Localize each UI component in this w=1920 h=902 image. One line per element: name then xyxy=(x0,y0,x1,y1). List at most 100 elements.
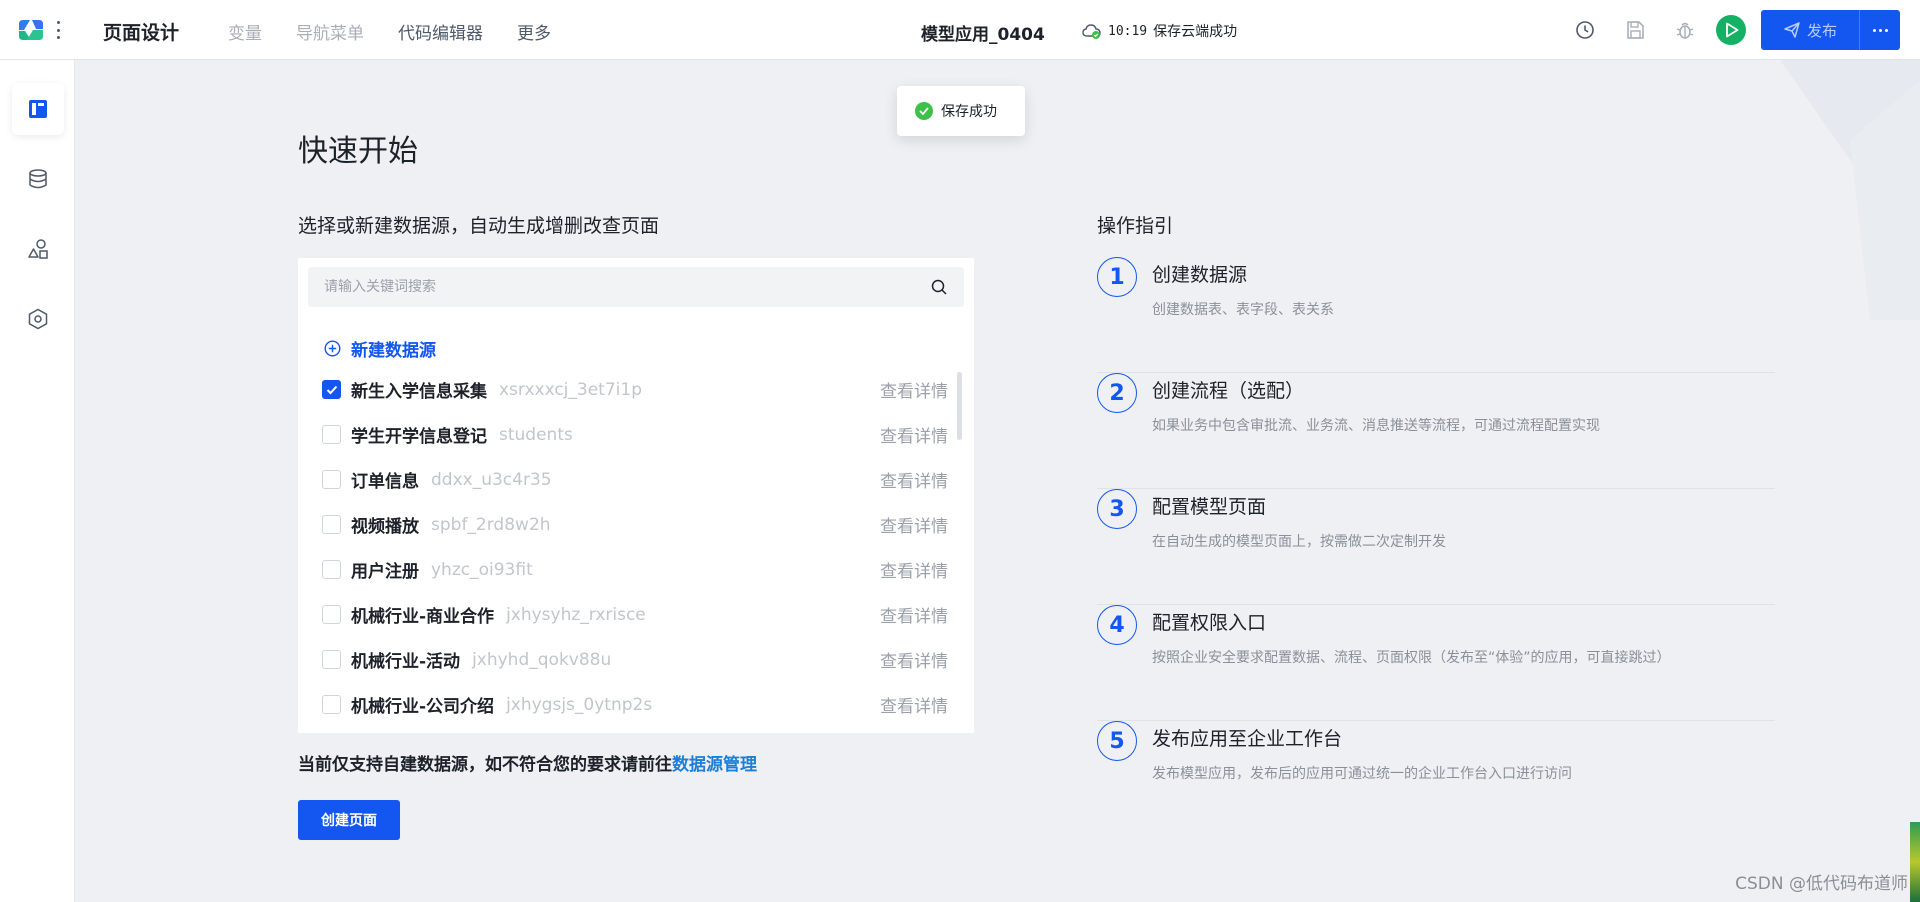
publish-more-icon[interactable] xyxy=(1860,10,1900,50)
app-name: 模型应用_0404 xyxy=(921,25,1045,45)
main-content: 保存成功 快速开始 选择或新建数据源，自动生成增删改查页面 新建数据源 新生入学 xyxy=(75,60,1920,902)
database-icon xyxy=(29,169,47,189)
datasource-list: 新生入学信息采集 xsrxxxcj_3et7i1p 查看详情 学生开学信息登记 … xyxy=(298,367,974,727)
datasource-notice: 当前仅支持自建数据源，如不符合您的要求请前往数据源管理 xyxy=(298,750,757,775)
guide-step: 3 配置模型页面 在自动生成的模型页面上，按需做二次定制开发 xyxy=(1097,489,1775,605)
step-description: 在自动生成的模型页面上，按需做二次定制开发 xyxy=(1152,534,1446,550)
step-number: 3 xyxy=(1097,489,1137,529)
save-time: 10:19 xyxy=(1108,23,1148,39)
view-detail-link[interactable]: 查看详情 xyxy=(880,422,948,447)
quick-start-subtitle: 选择或新建数据源，自动生成增删改查页面 xyxy=(298,215,660,237)
edge-widget xyxy=(1910,822,1920,902)
checkbox[interactable] xyxy=(322,560,341,579)
checkbox[interactable] xyxy=(322,695,341,714)
datasource-code: xsrxxxcj_3et7i1p xyxy=(499,379,642,400)
step-number: 5 xyxy=(1097,721,1137,761)
view-detail-link[interactable]: 查看详情 xyxy=(880,647,948,672)
publish-button[interactable]: 发布 xyxy=(1761,10,1860,50)
sidebar-item-page-design[interactable] xyxy=(12,83,64,135)
list-item[interactable]: 学生开学信息登记 students 查看详情 xyxy=(298,412,974,457)
app-menu-icon[interactable] xyxy=(54,18,62,42)
step-title: 创建数据源 xyxy=(1152,264,1248,286)
datasource-panel: 新建数据源 新生入学信息采集 xsrxxxcj_3et7i1p 查看详情 学生开… xyxy=(298,258,974,733)
send-icon xyxy=(1784,22,1800,38)
checkbox[interactable] xyxy=(322,650,341,669)
history-icon[interactable] xyxy=(1573,18,1597,42)
datasource-name: 机械行业-商业合作 xyxy=(351,607,495,627)
cloud-saved-icon xyxy=(1082,24,1101,39)
page-title: 页面设计 xyxy=(103,22,180,44)
view-detail-link[interactable]: 查看详情 xyxy=(880,692,948,717)
save-status: 10:19 保存云端成功 xyxy=(1082,21,1237,41)
new-datasource-button[interactable]: 新建数据源 xyxy=(324,336,436,361)
datasource-management-link[interactable]: 数据源管理 xyxy=(672,755,757,775)
list-item[interactable]: 视频播放 spbf_2rd8w2h 查看详情 xyxy=(298,502,974,547)
datasource-name: 机械行业-活动 xyxy=(351,652,461,672)
list-item[interactable]: 机械行业-公司介绍 jxhygsjs_0ytnp2s 查看详情 xyxy=(298,682,974,727)
datasource-name: 订单信息 xyxy=(351,472,419,492)
sidebar-item-components[interactable] xyxy=(12,223,64,275)
step-description: 按照企业安全要求配置数据、流程、页面权限（发布至“体验”的应用，可直接跳过） xyxy=(1152,650,1671,666)
run-button[interactable] xyxy=(1716,15,1746,45)
list-item[interactable]: 订单信息 ddxx_u3c4r35 查看详情 xyxy=(298,457,974,502)
datasource-name: 机械行业-公司介绍 xyxy=(351,697,495,717)
watermark: CSDN @低代码布道师 xyxy=(1735,874,1908,894)
menu-navigation[interactable]: 导航菜单 xyxy=(296,19,364,44)
guide-step: 2 创建流程（选配） 如果业务中包含审批流、业务流、消息推送等流程，可通过流程配… xyxy=(1097,373,1775,489)
list-item[interactable]: 用户注册 yhzc_oi93fit 查看详情 xyxy=(298,547,974,592)
datasource-code: ddxx_u3c4r35 xyxy=(431,469,552,490)
step-title: 配置权限入口 xyxy=(1152,612,1267,634)
guide-step: 5 发布应用至企业工作台 发布模型应用，发布后的应用可通过统一的企业工作台入口进… xyxy=(1097,721,1775,837)
list-scrollbar[interactable] xyxy=(957,372,962,440)
checkbox[interactable] xyxy=(322,515,341,534)
sidebar-item-data[interactable] xyxy=(12,153,64,205)
debug-icon[interactable] xyxy=(1673,18,1697,42)
toast-message: 保存成功 xyxy=(897,86,1025,136)
list-item[interactable]: 新生入学信息采集 xsrxxxcj_3et7i1p 查看详情 xyxy=(298,367,974,412)
create-page-button[interactable]: 创建页面 xyxy=(298,800,400,840)
step-number: 1 xyxy=(1097,257,1137,297)
view-detail-link[interactable]: 查看详情 xyxy=(880,557,948,582)
save-text: 保存云端成功 xyxy=(1153,24,1238,40)
view-detail-link[interactable]: 查看详情 xyxy=(880,467,948,492)
step-description: 创建数据表、表字段、表关系 xyxy=(1152,302,1334,318)
search-icon[interactable] xyxy=(930,278,948,296)
datasource-code: jxhysyhz_rxrisce xyxy=(506,604,646,625)
view-detail-link[interactable]: 查看详情 xyxy=(880,512,948,537)
datasource-name: 学生开学信息登记 xyxy=(351,427,487,447)
step-title: 创建流程（选配） xyxy=(1152,380,1305,402)
datasource-code: spbf_2rd8w2h xyxy=(431,514,551,535)
success-icon xyxy=(915,102,933,120)
menu-more[interactable]: 更多 xyxy=(517,19,551,44)
search-input[interactable] xyxy=(324,279,930,295)
datasource-code: yhzc_oi93fit xyxy=(431,559,533,580)
publish-label: 发布 xyxy=(1806,21,1837,40)
menu-code-editor[interactable]: 代码编辑器 xyxy=(398,19,483,44)
list-item[interactable]: 机械行业-商业合作 jxhysyhz_rxrisce 查看详情 xyxy=(298,592,974,637)
checkbox[interactable] xyxy=(322,470,341,489)
datasource-code: jxhyhd_qokv88u xyxy=(472,649,612,670)
page-design-icon xyxy=(29,100,47,118)
step-number: 4 xyxy=(1097,605,1137,645)
notice-text: 当前仅支持自建数据源，如不符合您的要求请前往 xyxy=(298,755,672,775)
guide-title: 操作指引 xyxy=(1097,215,1174,237)
step-number: 2 xyxy=(1097,373,1137,413)
checkbox[interactable] xyxy=(322,380,341,399)
sidebar-item-settings[interactable] xyxy=(12,293,64,345)
step-title: 配置模型页面 xyxy=(1152,496,1267,518)
guide-step: 4 配置权限入口 按照企业安全要求配置数据、流程、页面权限（发布至“体验”的应用… xyxy=(1097,605,1775,721)
menu-variables[interactable]: 变量 xyxy=(228,19,262,44)
view-detail-link[interactable]: 查看详情 xyxy=(880,602,948,627)
guide-steps: 1 创建数据源 创建数据表、表字段、表关系 2 创建流程（选配） 如果业务中包含… xyxy=(1097,257,1775,837)
app-logo-icon[interactable] xyxy=(16,18,46,42)
checkbox[interactable] xyxy=(322,425,341,444)
save-icon[interactable] xyxy=(1623,18,1647,42)
view-detail-link[interactable]: 查看详情 xyxy=(880,377,948,402)
datasource-name: 用户注册 xyxy=(351,562,419,582)
list-item[interactable]: 机械行业-活动 jxhyhd_qokv88u 查看详情 xyxy=(298,637,974,682)
datasource-name: 新生入学信息采集 xyxy=(351,382,487,402)
left-sidebar xyxy=(0,60,75,902)
search-box xyxy=(308,267,964,307)
checkbox[interactable] xyxy=(322,605,341,624)
toast-text: 保存成功 xyxy=(941,104,997,120)
